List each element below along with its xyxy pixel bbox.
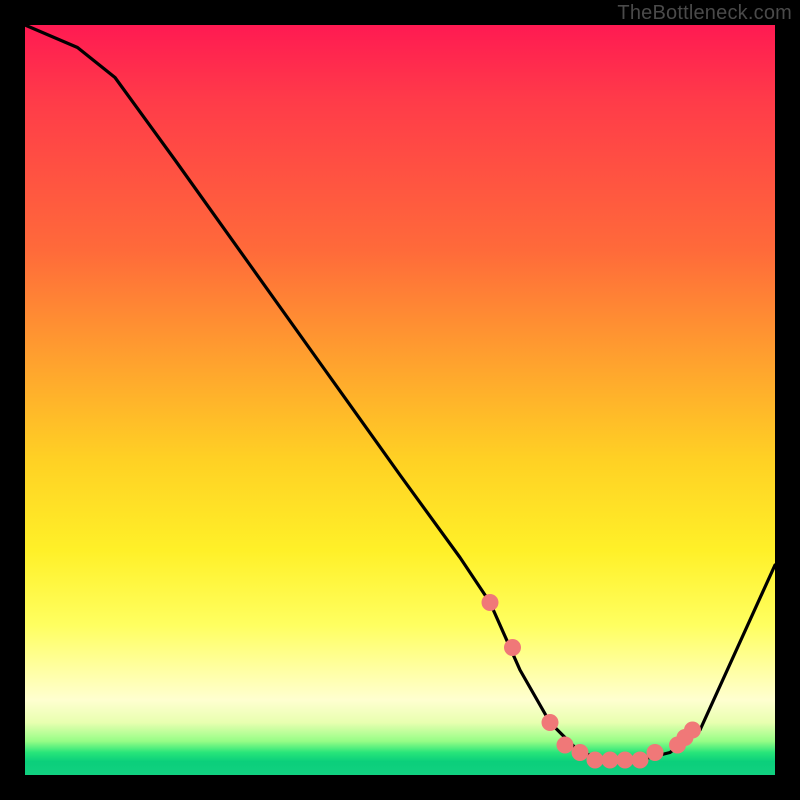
marker-dot xyxy=(504,639,521,656)
marker-dot xyxy=(557,737,574,754)
marker-dot xyxy=(482,594,499,611)
marker-dot xyxy=(617,752,634,769)
curve-layer xyxy=(25,25,775,775)
marker-dot xyxy=(602,752,619,769)
plot-area xyxy=(25,25,775,775)
watermark-text: TheBottleneck.com xyxy=(617,2,792,25)
chart-frame: TheBottleneck.com xyxy=(0,0,800,800)
bottleneck-curve xyxy=(25,25,775,760)
highlight-dots xyxy=(482,594,702,769)
marker-dot xyxy=(684,722,701,739)
marker-dot xyxy=(647,744,664,761)
marker-dot xyxy=(572,744,589,761)
marker-dot xyxy=(542,714,559,731)
marker-dot xyxy=(632,752,649,769)
marker-dot xyxy=(587,752,604,769)
